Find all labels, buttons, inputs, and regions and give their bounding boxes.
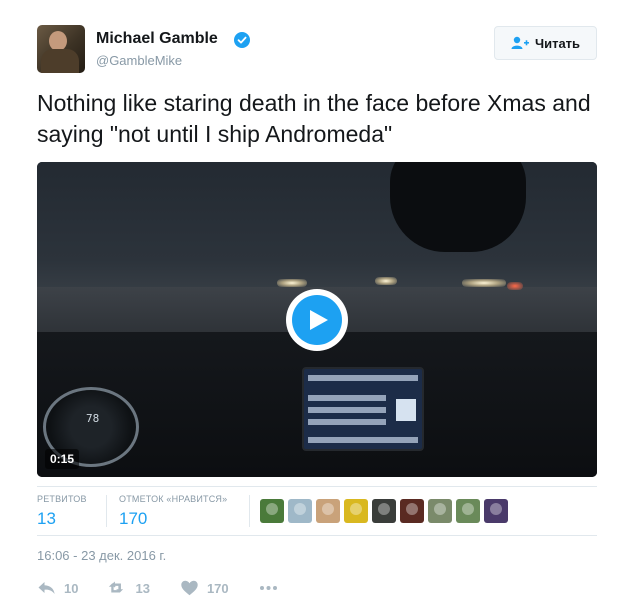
avatar-head bbox=[49, 31, 67, 51]
stats-separator bbox=[249, 495, 250, 527]
like-count: 170 bbox=[206, 580, 229, 596]
author-avatar[interactable] bbox=[37, 25, 85, 73]
verified-badge-icon bbox=[234, 32, 250, 48]
headlight bbox=[375, 277, 397, 285]
liker-avatar-face bbox=[406, 503, 418, 515]
liker-avatar[interactable] bbox=[484, 499, 508, 523]
speedometer-reading: 78 bbox=[86, 412, 100, 425]
liker-avatar-face bbox=[294, 503, 306, 515]
headlight bbox=[462, 279, 506, 287]
tweet-text: Nothing like staring death in the face b… bbox=[37, 90, 591, 147]
retweets-label: РЕТВИТОВ bbox=[37, 494, 87, 504]
likers-avatars bbox=[260, 499, 508, 523]
screen-album-art bbox=[396, 399, 416, 421]
liker-avatar-face bbox=[322, 503, 334, 515]
follow-button[interactable]: Читать bbox=[494, 26, 597, 60]
stats-divider-bottom bbox=[37, 535, 597, 536]
author-handle[interactable]: @GambleMike bbox=[96, 53, 182, 68]
liker-avatar-face bbox=[350, 503, 362, 515]
likes-value: 170 bbox=[119, 509, 148, 528]
screen-header-bar bbox=[308, 375, 418, 381]
liker-avatar-face bbox=[490, 503, 502, 515]
retweet-icon bbox=[109, 581, 124, 593]
more-dots-icon bbox=[259, 586, 277, 590]
likes-label: ОТМЕТОК «НРАВИТСЯ» bbox=[119, 494, 228, 504]
screen-row bbox=[308, 395, 386, 401]
liker-avatar[interactable] bbox=[288, 499, 312, 523]
retweets-stat[interactable]: РЕТВИТОВ 13 bbox=[37, 494, 87, 529]
liker-avatar[interactable] bbox=[316, 499, 340, 523]
reply-count: 10 bbox=[64, 580, 79, 596]
liker-avatar[interactable] bbox=[344, 499, 368, 523]
reply-action[interactable]: 10 bbox=[37, 580, 78, 596]
stats-divider-top bbox=[37, 486, 597, 487]
more-action[interactable] bbox=[259, 580, 278, 596]
liker-avatar-face bbox=[378, 503, 390, 515]
author-name[interactable]: Michael Gamble bbox=[96, 30, 218, 48]
liker-avatar-face bbox=[434, 503, 446, 515]
headlight bbox=[277, 279, 307, 287]
liker-avatar-face bbox=[266, 503, 278, 515]
tweet-timestamp[interactable]: 16:06 - 23 дек. 2016 г. bbox=[37, 548, 166, 563]
liker-avatar-face bbox=[462, 503, 474, 515]
like-action[interactable]: 170 bbox=[180, 580, 229, 596]
liker-avatar[interactable] bbox=[456, 499, 480, 523]
video-duration: 0:15 bbox=[45, 449, 80, 469]
play-button-inner bbox=[292, 295, 342, 345]
video-player[interactable]: 78 0:15 bbox=[37, 162, 597, 477]
screen-footer-bar bbox=[308, 437, 418, 443]
reply-icon bbox=[38, 582, 55, 594]
play-button[interactable] bbox=[286, 289, 348, 351]
headlight bbox=[507, 282, 523, 290]
screen-row bbox=[308, 407, 386, 413]
rearview-mirror bbox=[390, 162, 526, 252]
follow-button-label: Читать bbox=[534, 35, 581, 51]
liker-avatar[interactable] bbox=[372, 499, 396, 523]
infotainment-screen bbox=[302, 367, 424, 451]
liker-avatar[interactable] bbox=[260, 499, 284, 523]
play-icon bbox=[310, 310, 328, 330]
screen-row bbox=[308, 419, 386, 425]
liker-avatar[interactable] bbox=[428, 499, 452, 523]
follow-user-icon bbox=[511, 36, 529, 49]
likes-stat[interactable]: ОТМЕТОК «НРАВИТСЯ» 170 bbox=[119, 494, 227, 529]
avatar-body bbox=[41, 49, 79, 73]
stats-separator bbox=[106, 495, 107, 527]
retweets-value: 13 bbox=[37, 509, 56, 528]
heart-icon bbox=[181, 580, 198, 596]
retweet-action[interactable]: 13 bbox=[108, 580, 150, 596]
retweet-count: 13 bbox=[135, 580, 150, 596]
liker-avatar[interactable] bbox=[400, 499, 424, 523]
tweet-actions: 10 13 170 bbox=[37, 580, 308, 596]
